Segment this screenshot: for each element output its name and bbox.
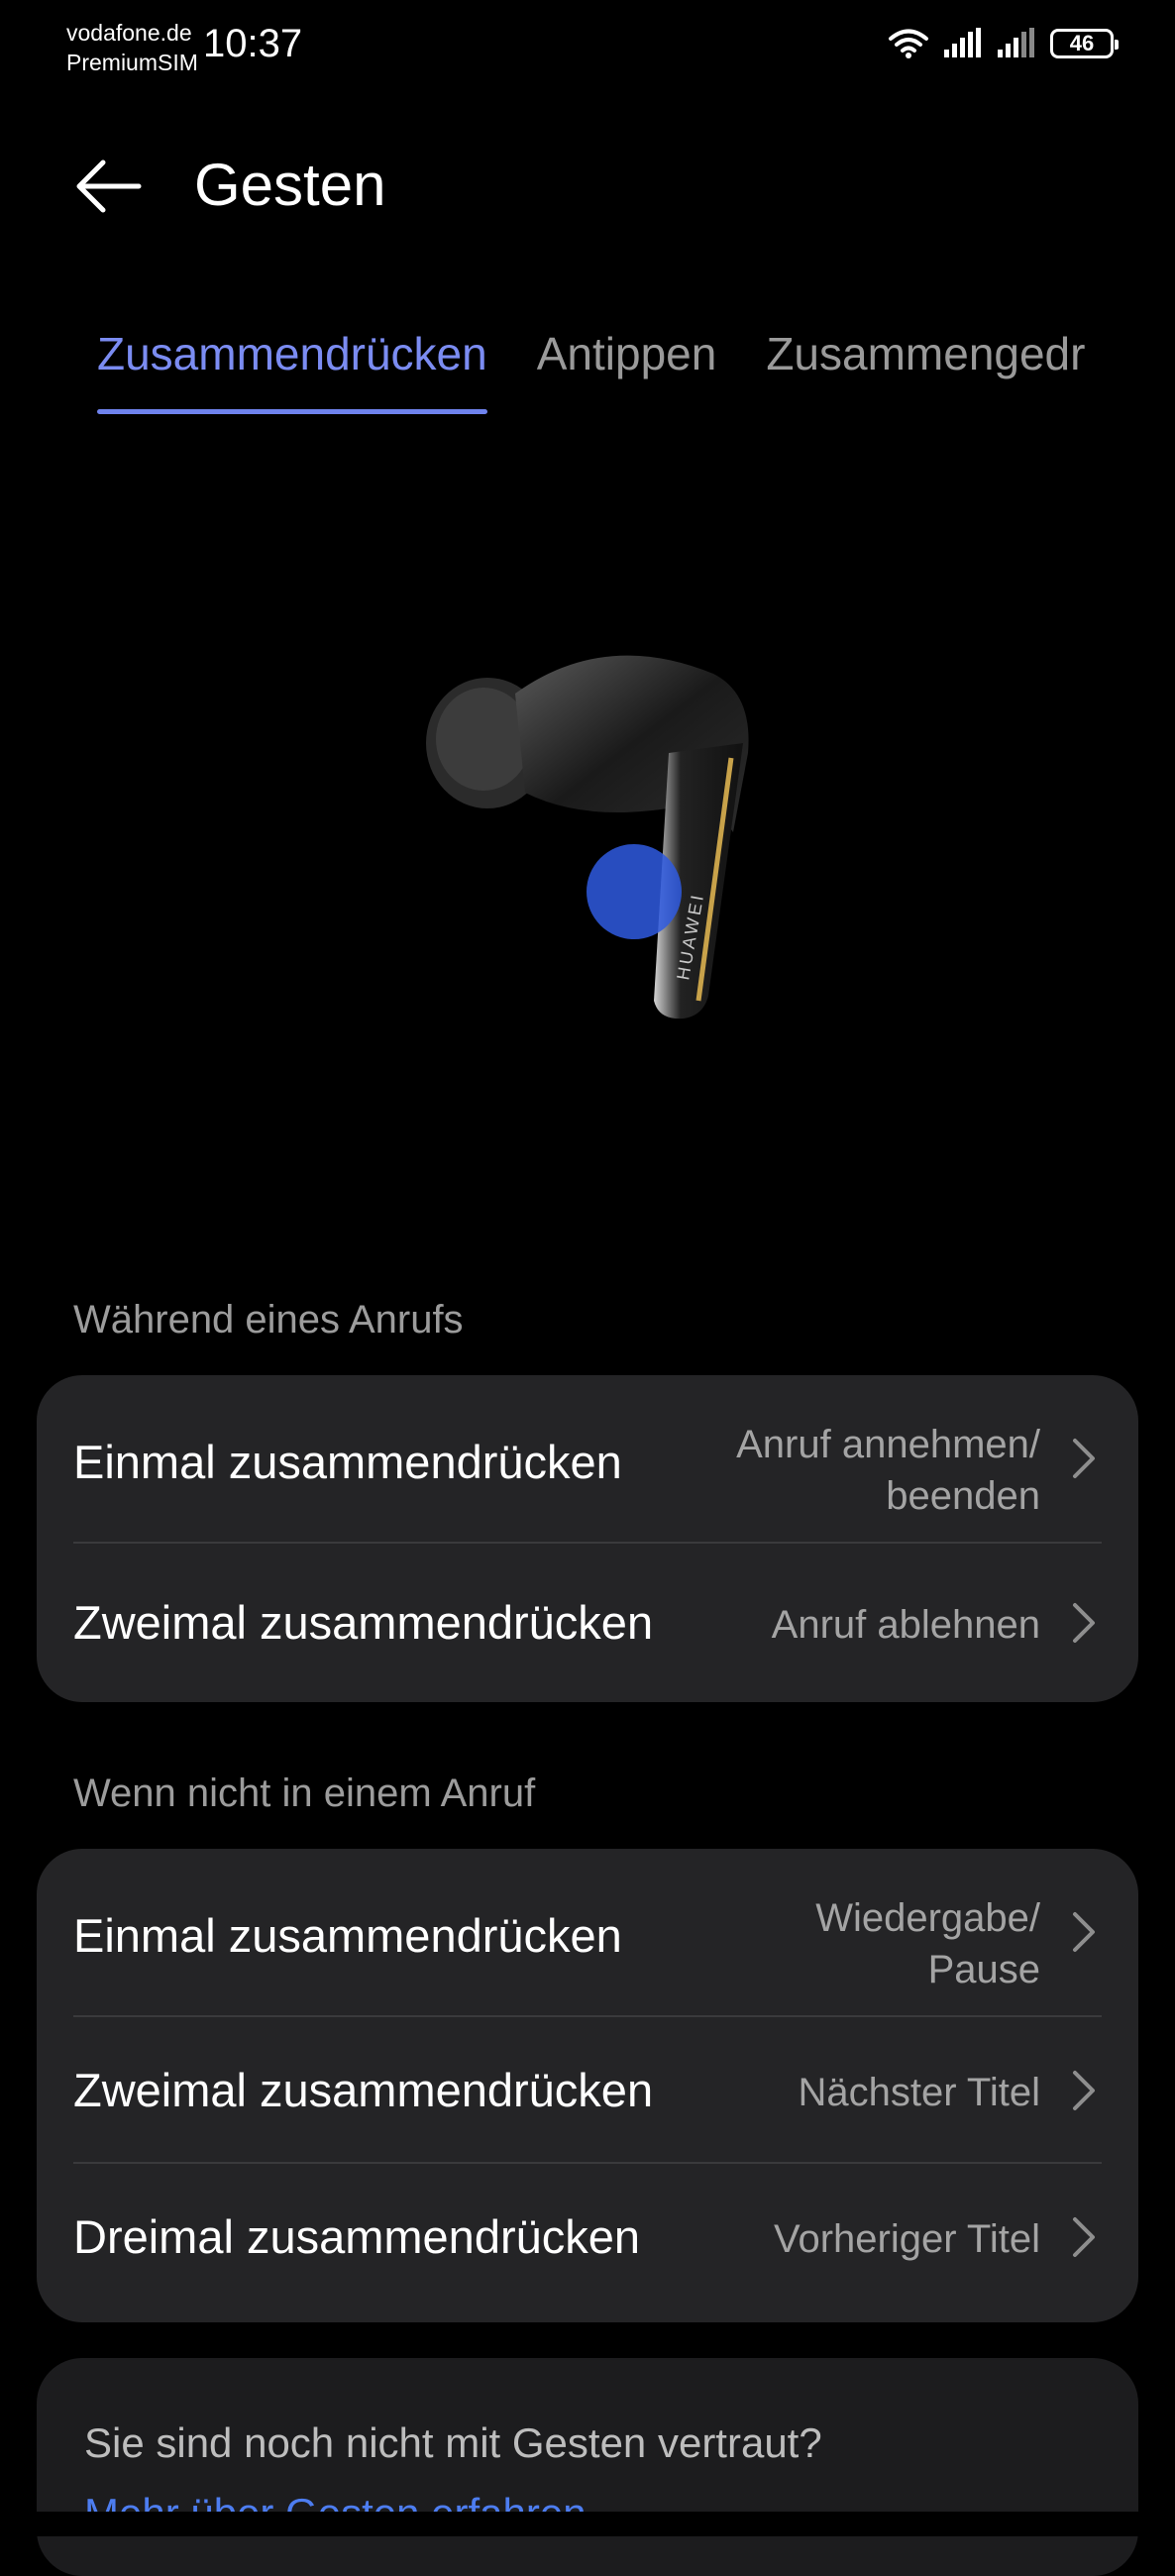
- gesture-hint-card: Sie sind noch nicht mit Gesten vertraut?…: [37, 2358, 1138, 2576]
- section-label-during-call: Während eines Anrufs: [73, 1298, 464, 1342]
- carrier-sim: PremiumSIM: [66, 50, 198, 75]
- row-title: Zweimal zusammendrücken: [73, 2064, 654, 2116]
- chevron-right-icon: [1073, 2217, 1095, 2257]
- page-title: Gesten: [194, 152, 386, 218]
- carrier-name: vodafone.de: [66, 20, 192, 46]
- list-item[interactable]: Zweimal zusammendrücken Anruf ablehnen: [37, 1544, 1138, 1702]
- status-icons: 46: [888, 28, 1119, 59]
- back-arrow-icon[interactable]: [73, 151, 143, 220]
- tab-squeeze-hold[interactable]: Zusammengedr: [766, 327, 1085, 380]
- tab-squeeze[interactable]: Zusammendrücken: [97, 327, 487, 414]
- signal-icon: [998, 28, 1034, 57]
- chevron-right-icon: [1073, 1912, 1095, 1952]
- tab-tap[interactable]: Antippen: [537, 327, 717, 380]
- row-value-line: Pause: [927, 1948, 1040, 1991]
- row-value: Wiedergabe/ Pause: [815, 1892, 1040, 1995]
- battery-icon: 46: [1050, 29, 1119, 58]
- hint-text: Sie sind noch nicht mit Gesten vertraut?: [84, 2419, 822, 2466]
- tab-tap-label: Antippen: [536, 328, 717, 379]
- tab-bar: Zusammendrücken Antippen Zusammengedr: [0, 317, 1175, 416]
- signal-icon: [944, 28, 981, 57]
- row-value: Vorheriger Titel: [773, 2217, 1040, 2261]
- row-title: Dreimal zusammendrücken: [73, 2210, 641, 2263]
- section-label-not-in-call: Wenn nicht in einem Anruf: [73, 1771, 536, 1815]
- row-title: Zweimal zusammendrücken: [73, 1596, 654, 1649]
- chevron-right-icon: [1073, 1439, 1095, 1478]
- row-value: Anruf annehmen/ beenden: [736, 1419, 1040, 1522]
- row-value-line: beenden: [886, 1474, 1040, 1518]
- during-call-card: Einmal zusammendrücken Anruf annehmen/ b…: [37, 1375, 1138, 1702]
- row-value-line: Wiedergabe/: [815, 1896, 1040, 1940]
- tab-active-indicator: [97, 409, 487, 414]
- list-item[interactable]: Zweimal zusammendrücken Nächster Titel: [37, 2017, 1138, 2162]
- earbud-illustration: HUAWEI: [426, 655, 749, 1020]
- list-item[interactable]: Einmal zusammendrücken Wiedergabe/ Pause: [37, 1849, 1138, 2015]
- list-item[interactable]: Dreimal zusammendrücken Vorheriger Titel: [37, 2164, 1138, 2322]
- row-value-line: Anruf annehmen/: [736, 1423, 1040, 1466]
- row-title: Einmal zusammendrücken: [73, 1436, 622, 1488]
- chevron-right-icon: [1073, 2071, 1095, 2110]
- bottom-edge: [0, 2512, 1175, 2536]
- tab-squeeze-hold-label: Zusammengedr: [766, 328, 1086, 379]
- row-value: Nächster Titel: [798, 2071, 1040, 2114]
- clock: 10:37: [203, 22, 303, 65]
- chevron-right-icon: [1073, 1603, 1095, 1643]
- tab-squeeze-label: Zusammendrücken: [97, 328, 487, 379]
- carrier-info: vodafone.de PremiumSIM: [66, 18, 198, 77]
- not-in-call-card: Einmal zusammendrücken Wiedergabe/ Pause…: [37, 1849, 1138, 2322]
- wifi-icon: [889, 29, 928, 58]
- row-title: Einmal zusammendrücken: [73, 1909, 622, 1962]
- row-value: Anruf ablehnen: [771, 1603, 1040, 1647]
- list-item[interactable]: Einmal zusammendrücken Anruf annehmen/ b…: [37, 1375, 1138, 1542]
